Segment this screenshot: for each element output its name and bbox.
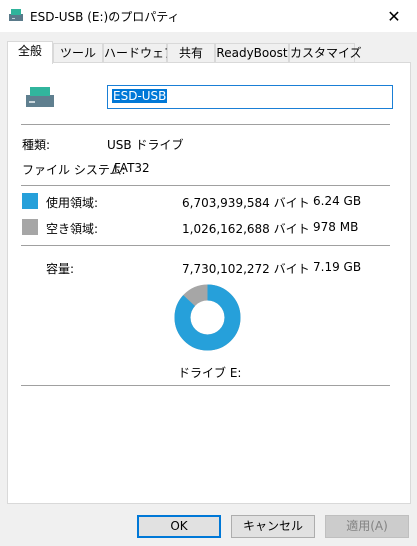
- file-system-value: FAT32: [114, 161, 150, 175]
- type-value: USB ドライブ: [107, 138, 184, 152]
- used-space-swatch: [22, 193, 38, 209]
- divider: [21, 185, 390, 186]
- used-space-bytes: 6,703,939,584 バイト: [182, 196, 310, 210]
- close-button[interactable]: ✕: [371, 0, 417, 32]
- file-system-label: ファイル システム:: [22, 163, 126, 177]
- free-space-bytes: 1,026,162,688 バイト: [182, 222, 310, 236]
- cancel-button[interactable]: キャンセル: [231, 515, 315, 538]
- used-space-label: 使用領域:: [46, 196, 99, 210]
- ok-button[interactable]: OK: [137, 515, 221, 538]
- free-space-label: 空き領域:: [46, 222, 99, 236]
- capacity-label: 容量:: [46, 262, 75, 276]
- type-label: 種類:: [22, 138, 51, 152]
- general-tab-panel: [7, 62, 411, 504]
- free-space-size: 978 MB: [313, 220, 359, 234]
- free-space-swatch: [22, 219, 38, 235]
- usb-drive-icon: [9, 9, 23, 21]
- divider: [21, 385, 390, 386]
- tab-general[interactable]: 全般: [7, 41, 53, 64]
- used-space-size: 6.24 GB: [313, 194, 362, 208]
- volume-name-selected-text: ESD-USB: [112, 89, 168, 103]
- tab-strip: 全般 ツール ハードウェア 共有 ReadyBoost カスタマイズ: [7, 41, 411, 64]
- usb-drive-large-icon: [26, 87, 54, 107]
- apply-button[interactable]: 適用(A): [325, 515, 409, 538]
- capacity-size: 7.19 GB: [313, 260, 362, 274]
- tab-customize[interactable]: カスタマイズ: [289, 43, 362, 63]
- tab-sharing[interactable]: 共有: [167, 43, 215, 63]
- title-bar: ESD-USB (E:)のプロパティ ✕: [0, 0, 417, 32]
- divider: [21, 245, 390, 246]
- tab-tools[interactable]: ツール: [53, 43, 103, 63]
- divider: [21, 124, 390, 125]
- drive-caption: ドライブ E:: [178, 366, 242, 380]
- tab-readyboost[interactable]: ReadyBoost: [215, 43, 289, 63]
- window-title: ESD-USB (E:)のプロパティ: [30, 10, 180, 24]
- tab-hardware[interactable]: ハードウェア: [103, 43, 176, 63]
- disk-usage-donut: [174, 284, 241, 351]
- capacity-bytes: 7,730,102,272 バイト: [182, 262, 310, 276]
- volume-name-input[interactable]: ESD-USB: [107, 85, 393, 109]
